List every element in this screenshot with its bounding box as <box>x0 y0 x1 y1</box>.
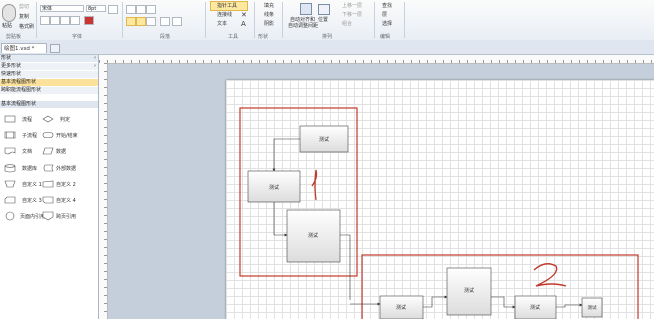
shape-label: 测试 <box>269 184 279 191</box>
connector[interactable] <box>556 303 583 308</box>
shape-label: 测试 <box>588 304 597 311</box>
shape-label: 测试 <box>464 287 474 294</box>
connector[interactable] <box>491 296 516 309</box>
connector[interactable] <box>423 295 448 308</box>
connector[interactable] <box>340 234 351 300</box>
connector[interactable] <box>273 202 288 237</box>
shape-label: 测试 <box>530 304 540 311</box>
shape-label: 测试 <box>308 232 318 239</box>
connector[interactable] <box>272 138 300 172</box>
shape-label: 测试 <box>319 136 329 143</box>
handwritten-1-mark <box>311 169 318 201</box>
handwritten-2-mark <box>533 263 567 287</box>
shape-label: 测试 <box>396 304 406 311</box>
diagram-overlay: 测试 测试 测试 测试 测试 测试 测试 1 2 <box>239 107 639 319</box>
